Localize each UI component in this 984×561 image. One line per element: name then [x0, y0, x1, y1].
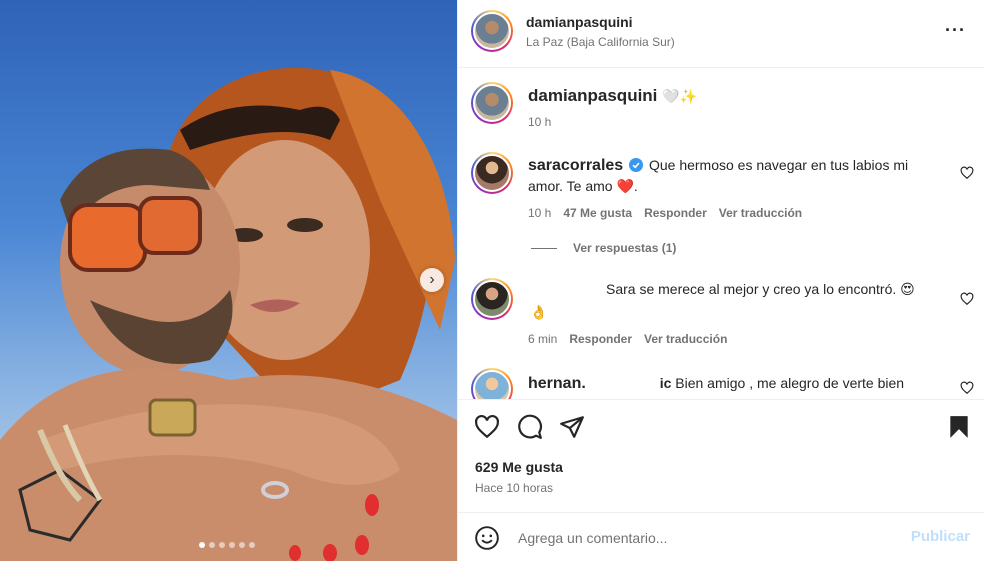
- post-actions: 629 Me gusta Hace 10 horas: [458, 399, 984, 511]
- comment-translate-button[interactable]: Ver traducción: [644, 332, 727, 346]
- carousel-dot-3: [219, 542, 225, 548]
- caption-text: 🤍✨: [662, 88, 698, 104]
- comment-composer: Publicar: [458, 512, 984, 561]
- comment-avatar[interactable]: [471, 368, 513, 399]
- comment-username-suffix[interactable]: ic: [660, 375, 672, 391]
- replies-line: [531, 247, 557, 249]
- emoji-icon[interactable]: [474, 525, 500, 551]
- caption-username[interactable]: damianpasquini: [528, 86, 657, 105]
- publish-button[interactable]: Publicar: [911, 528, 970, 545]
- view-replies-label: Ver respuestas (1): [573, 241, 677, 255]
- comment-username[interactable]: hernan.: [528, 375, 586, 392]
- carousel-next-button[interactable]: ›: [420, 268, 444, 292]
- comment-avatar[interactable]: [471, 152, 513, 194]
- view-replies-button[interactable]: Ver respuestas (1): [531, 241, 676, 255]
- carousel-dot-6: [249, 542, 255, 548]
- comment-like-heart-icon[interactable]: [960, 292, 974, 306]
- couple-photo: [0, 67, 457, 561]
- comment-reply-button[interactable]: Responder: [644, 206, 707, 220]
- carousel-dot-2: [209, 542, 215, 548]
- carousel-dot-4: [229, 542, 235, 548]
- comment-likes-count[interactable]: 47 Me gusta: [563, 206, 632, 220]
- post-header: damianpasquini La Paz (Baja California S…: [458, 0, 984, 68]
- comment-time: 6 min: [528, 332, 558, 346]
- more-options-icon[interactable]: ···: [945, 20, 966, 41]
- comment-text: Sara se merece al mejor y creo ya lo enc…: [606, 281, 915, 297]
- heart-icon[interactable]: [474, 414, 500, 440]
- carousel-dots: [199, 542, 255, 548]
- caption-avatar[interactable]: [471, 82, 513, 124]
- share-icon[interactable]: [559, 414, 585, 440]
- author-username[interactable]: damianpasquini: [526, 14, 633, 30]
- carousel-dot-5: [239, 542, 245, 548]
- bookmark-icon[interactable]: [946, 414, 972, 440]
- comment-avatar[interactable]: [471, 278, 513, 320]
- author-avatar[interactable]: [471, 10, 513, 52]
- post-side-panel: damianpasquini La Paz (Baja California S…: [457, 0, 984, 561]
- comment-username[interactable]: saracorrales: [528, 157, 623, 174]
- comment-like-heart-icon[interactable]: [960, 381, 974, 395]
- likes-count[interactable]: 629 Me gusta: [475, 459, 563, 475]
- post-timestamp[interactable]: Hace 10 horas: [475, 481, 553, 495]
- comment-input[interactable]: [518, 525, 888, 551]
- comments-list[interactable]: damianpasquini 🤍✨ 10 h saracorrales Que …: [458, 69, 984, 399]
- comment-reply-button[interactable]: Responder: [569, 332, 632, 346]
- comment-text: Bien amigo , me alegro de verte bien: [675, 375, 905, 391]
- carousel-dot-1: [199, 542, 205, 548]
- comment-like-heart-icon[interactable]: [960, 166, 974, 180]
- comment-time: 10 h: [528, 206, 552, 220]
- comment-meta: 6 min Responder Ver traducción: [528, 332, 727, 346]
- post-photo[interactable]: ›: [0, 0, 457, 561]
- comment-translate-button[interactable]: Ver traducción: [719, 206, 802, 220]
- caption-time: 10 h: [528, 115, 552, 129]
- post-location[interactable]: La Paz (Baja California Sur): [526, 35, 675, 49]
- comment-emoji: 👌: [530, 304, 548, 320]
- comment-icon[interactable]: [517, 414, 543, 440]
- verified-badge-icon: [629, 158, 644, 172]
- comment-meta: 10 h 47 Me gusta Responder Ver traducció…: [528, 206, 802, 220]
